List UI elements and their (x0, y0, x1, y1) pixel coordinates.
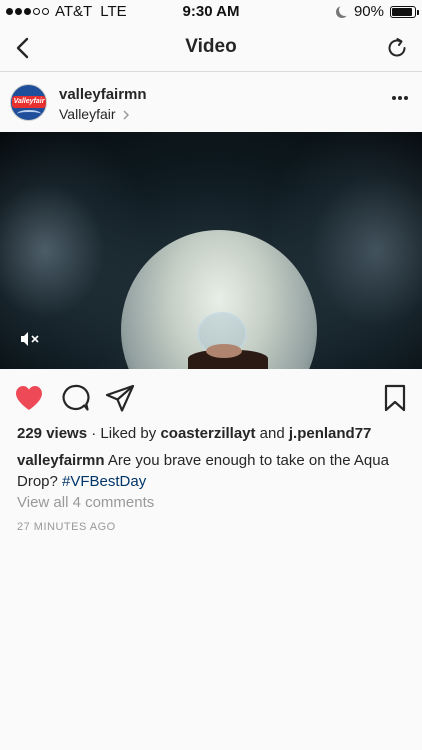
heart-icon[interactable] (14, 383, 44, 413)
liked-by-user-2[interactable]: j.penland77 (289, 425, 372, 442)
post-username[interactable]: valleyfairmn (59, 86, 147, 103)
avatar-coaster-graphic (17, 110, 41, 118)
avatar[interactable]: Valleyfair (10, 84, 47, 121)
engagement-line: 229 views · Liked by coasterzillayt and … (17, 425, 417, 442)
post-timestamp: 27 MINUTES AGO (17, 521, 116, 533)
bookmark-icon[interactable] (380, 383, 410, 413)
view-comments-link[interactable]: View all 4 comments (17, 494, 154, 511)
status-right: 90% (336, 3, 419, 20)
video-rider-hand (206, 344, 242, 358)
location-name: Valleyfair (59, 106, 116, 122)
post-header: Valleyfair valleyfairmn Valleyfair (0, 72, 422, 132)
page-title: Video (185, 36, 237, 57)
chevron-right-icon (123, 110, 130, 120)
muted-speaker-icon[interactable] (20, 331, 40, 347)
battery-fill (392, 7, 412, 16)
post-caption: valleyfairmn Are you brave enough to tak… (17, 450, 412, 492)
more-options-icon[interactable] (392, 96, 408, 100)
liked-by-prefix: Liked by (100, 425, 161, 442)
comment-icon[interactable] (60, 383, 90, 413)
caption-username[interactable]: valleyfairmn (17, 452, 105, 469)
do-not-disturb-icon (339, 4, 351, 16)
share-icon[interactable] (105, 383, 135, 413)
video-player[interactable] (0, 132, 422, 369)
post-location[interactable]: Valleyfair (59, 106, 131, 122)
liked-by-user-1[interactable]: coasterzillayt (160, 425, 255, 442)
action-bar (0, 369, 422, 425)
liked-by-and: and (255, 425, 289, 442)
separator-dot: · (87, 425, 101, 442)
refresh-icon[interactable] (382, 32, 412, 64)
nav-bar: Video (0, 24, 422, 72)
view-count[interactable]: 229 views (17, 425, 87, 442)
caption-hashtag[interactable]: #VFBestDay (62, 473, 146, 490)
battery-percent: 90% (353, 3, 384, 20)
status-bar: AT&T LTE 9:30 AM 90% (0, 0, 422, 24)
avatar-logo-text: Valleyfair (12, 96, 46, 108)
battery-icon (390, 5, 419, 18)
